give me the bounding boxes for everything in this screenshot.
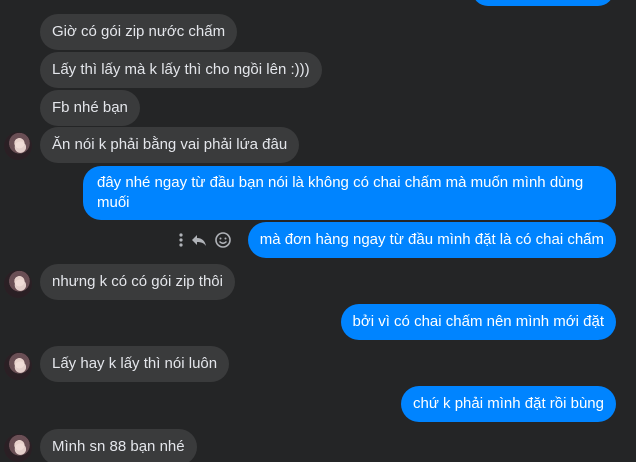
message-bubble-outgoing[interactable]: bởi vì có chai chấm nên mình mới đặt	[340, 304, 616, 340]
message-actions	[178, 229, 232, 251]
reply-icon[interactable]	[190, 232, 208, 248]
message-bubble-outgoing[interactable]: mà đơn hàng ngay từ đầu mình đặt là có c…	[247, 222, 616, 258]
message-bubble-outgoing-partial[interactable]	[472, 0, 614, 6]
message-thread: Giờ có gói zip nước chấm Lấy thì lấy mà …	[0, 0, 636, 462]
message-line: đây nhé ngay từ đầu bạn nói là không có …	[97, 174, 584, 191]
contact-avatar[interactable]	[4, 132, 32, 160]
contact-avatar[interactable]	[4, 270, 32, 298]
message-bubble-incoming[interactable]: nhưng k có có gói zip thôi	[40, 264, 235, 300]
message-bubble-incoming[interactable]: Giờ có gói zip nước chấm	[40, 14, 238, 50]
more-vertical-icon[interactable]	[178, 232, 184, 248]
message-bubble-incoming[interactable]: Fb nhé bạn	[40, 90, 140, 126]
message-bubble-incoming[interactable]: Lấy hay k lấy thì nói luôn	[40, 346, 230, 382]
message-line: muối	[97, 194, 130, 211]
message-bubble-outgoing[interactable]: chứ k phải mình đặt rồi bùng	[401, 386, 616, 422]
message-bubble-outgoing[interactable]: đây nhé ngay từ đầu bạn nói là không có …	[83, 166, 616, 220]
contact-avatar[interactable]	[4, 434, 32, 462]
message-bubble-incoming[interactable]: Lấy thì lấy mà k lấy thì cho ngồi lên :)…	[40, 52, 322, 88]
message-bubble-incoming[interactable]: Mình sn 88 bạn nhé	[40, 429, 197, 462]
contact-avatar[interactable]	[4, 352, 32, 380]
message-bubble-incoming[interactable]: Ăn nói k phải bằng vai phải lứa đâu	[40, 127, 300, 163]
smiley-icon[interactable]	[214, 231, 232, 249]
